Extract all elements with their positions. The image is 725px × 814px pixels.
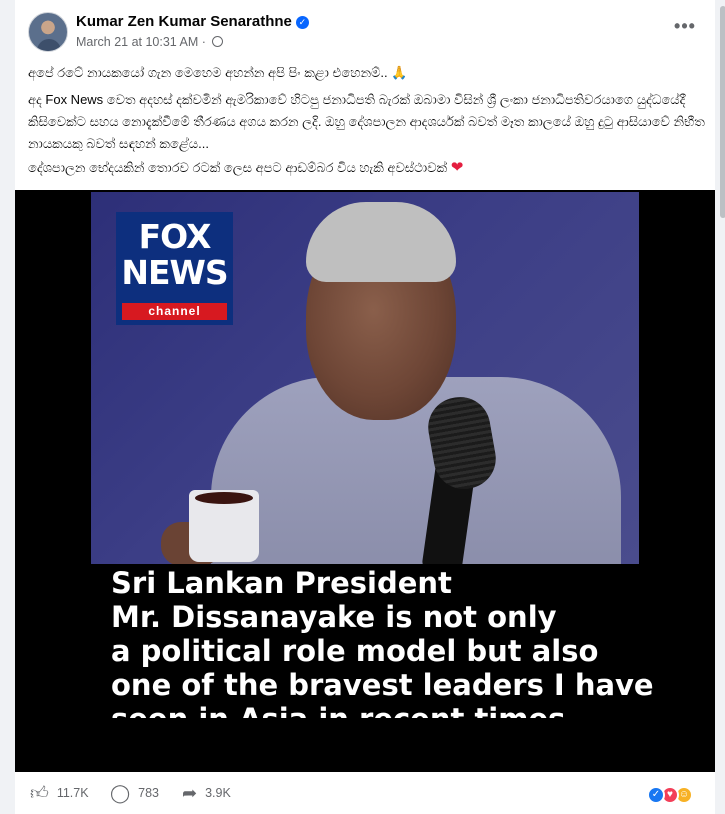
caption-line-1: Sri Lankan President xyxy=(111,566,452,600)
post-timestamp[interactable]: March 21 at 10:31 AM xyxy=(76,35,198,49)
post-paragraph-1: අපේ රටේ නායකයෝ ගැන මෙහෙම අහන්න අපි පිං ක… xyxy=(28,62,708,84)
caption-clip: Sri Lankan President Mr. Dissanayake is … xyxy=(15,190,715,718)
post-card: Kumar Zen Kumar Senarathne ✓ March 21 at … xyxy=(15,0,725,814)
author-name[interactable]: Kumar Zen Kumar Senarathne ✓ xyxy=(76,13,309,30)
pray-emoji-icon: 🙏 xyxy=(391,65,408,80)
caption-line-4: one of the bravest leaders I have xyxy=(111,668,654,702)
post-header: Kumar Zen Kumar Senarathne ✓ March 21 at … xyxy=(15,0,715,60)
more-options-button[interactable]: ••• xyxy=(673,17,697,42)
verified-badge-icon: ✓ xyxy=(295,16,309,29)
post-footer: 👍︎ 11.7K ◯ 783 ➦ 3.9K ✓ ♥ ☺ xyxy=(15,772,715,814)
video-caption: Sri Lankan President Mr. Dissanayake is … xyxy=(111,566,711,718)
post-paragraph-3-text: දේශපාලන භේදයකින් තොරව රටක් ලෙස අපට ආඩම්බ… xyxy=(28,160,448,175)
post-paragraph-1-text: අපේ රටේ නායකයෝ ගැන මෙහෙම අහන්න අපි පිං ක… xyxy=(28,65,388,80)
author-avatar[interactable] xyxy=(28,12,68,52)
post-media[interactable]: FOX NEWS channel Sri Lankan President Mr… xyxy=(15,190,715,772)
post-paragraph-2: අද Fox News වෙත අදහස් දක්වමින් ඇමරිකාවේ … xyxy=(28,89,708,155)
comment-count: 783 xyxy=(138,786,160,800)
comment-bubble-icon: ◯ xyxy=(110,783,131,803)
post-meta: March 21 at 10:31 AM · xyxy=(76,35,224,49)
meta-separator: · xyxy=(201,35,206,49)
comment-button[interactable]: ◯ 783 xyxy=(110,782,159,804)
post-paragraph-2-text: අද Fox News වෙත අදහස් දක්වමින් ඇමරිකාවේ … xyxy=(28,92,705,151)
thumbs-up-icon: 👍︎ xyxy=(30,783,49,803)
caption-line-5: seen in Asia in recent times. xyxy=(111,702,711,718)
globe-icon[interactable] xyxy=(212,36,224,47)
share-count: 3.9K xyxy=(205,786,231,800)
post-paragraph-3: දේශපාලන භේදයකින් තොරව රටක් ලෙස අපට ආඩම්බ… xyxy=(28,157,708,179)
share-button[interactable]: ➦ 3.9K xyxy=(182,782,231,804)
author-name-text[interactable]: Kumar Zen Kumar Senarathne xyxy=(76,13,292,30)
like-count: 11.7K xyxy=(56,786,89,800)
caption-line-3: a political role model but also xyxy=(111,634,599,668)
scrollbar[interactable] xyxy=(718,0,725,814)
heart-emoji-icon: ❤ xyxy=(450,159,464,176)
scrollbar-thumb[interactable] xyxy=(720,6,725,218)
share-arrow-icon: ➦ xyxy=(182,783,198,803)
reactions-summary[interactable]: ✓ ♥ ☺ xyxy=(647,786,707,804)
like-button[interactable]: 👍︎ 11.7K xyxy=(30,782,89,804)
caption-line-2: Mr. Dissanayake is not only xyxy=(111,600,557,634)
like-reaction-icon: ✓ xyxy=(647,786,665,804)
